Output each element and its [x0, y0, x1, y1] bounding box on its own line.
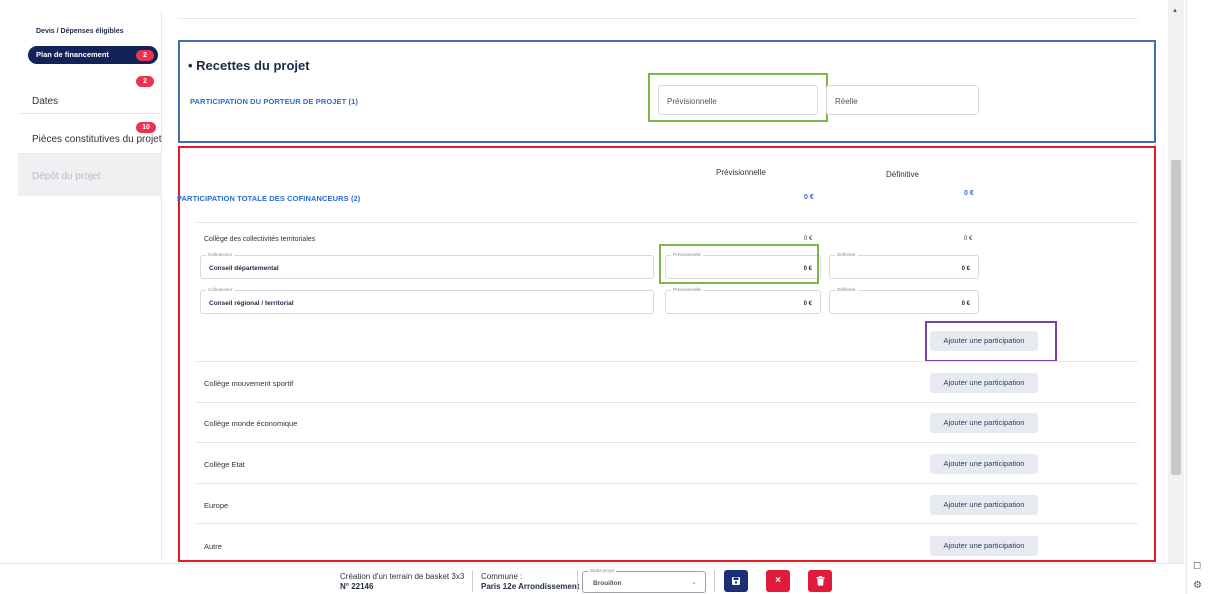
- college-previsionnelle-amount: 0 €: [804, 236, 813, 242]
- section-title-text: Recettes du projet: [196, 58, 310, 73]
- close-icon: ×: [775, 575, 781, 586]
- sidebar-item-label: Pièces constitutives du projet: [32, 134, 162, 145]
- right-rail: ◻ ⚙: [1186, 0, 1208, 594]
- chevron-down-icon: ⌄: [691, 579, 697, 586]
- divider: [178, 18, 1138, 19]
- porteur-reelle-input[interactable]: Réelle: [826, 85, 979, 115]
- sidebar-item-pieces[interactable]: Pièces constitutives du projet 10: [18, 114, 162, 154]
- sidebar-item-plan-financement[interactable]: Plan de financement 2: [28, 46, 158, 64]
- column-header-definitive: Définitive: [886, 170, 919, 179]
- divider: [577, 570, 578, 592]
- college-autre-label: Autre: [204, 542, 222, 551]
- field-legend: Cofinanceur: [206, 252, 235, 257]
- field-value: 0 €: [961, 266, 970, 272]
- status-value: Brouillon: [593, 580, 622, 587]
- sidebar-item-depot: Dépôt du projet: [18, 154, 162, 196]
- field-legend: Cofinanceur: [206, 287, 235, 292]
- divider: [472, 570, 473, 592]
- project-number: N° 22146: [340, 582, 374, 591]
- divider: [714, 570, 715, 592]
- panel-toggle-icon[interactable]: ◻: [1193, 560, 1201, 571]
- add-participation-button[interactable]: Ajouter une participation: [930, 413, 1038, 433]
- count-badge: 2: [136, 50, 154, 61]
- trash-icon: [816, 576, 824, 586]
- divider: [196, 222, 1138, 223]
- commune-info: Commune : Paris 12e Arrondissement: [481, 572, 579, 592]
- divider: [196, 523, 1138, 524]
- sidebar-item-label: Dépôt du projet: [32, 171, 101, 182]
- main-content: • Recettes du projet PARTICIPATION DU PO…: [162, 0, 1165, 563]
- count-badge: 2: [136, 76, 154, 87]
- total-previsionnelle-amount: 0 €: [804, 194, 814, 201]
- section-title-recettes: • Recettes du projet: [188, 58, 310, 73]
- cofinanceur-field[interactable]: Cofinanceur Conseil régional / territori…: [200, 287, 654, 314]
- commune-label: Commune :: [481, 572, 523, 581]
- total-definitive-amount: 0 €: [964, 190, 974, 197]
- cofinanceur-field[interactable]: Cofinanceur Conseil départemental: [200, 252, 654, 279]
- sidebar-item-dates[interactable]: Dates 2: [18, 74, 162, 114]
- field-legend: Définitive: [835, 287, 858, 292]
- college-europe-label: Europe: [204, 501, 229, 510]
- bottom-bar: Création d'un terrain de basket 3x3 N° 2…: [0, 563, 1186, 594]
- previsionnelle-highlight-box: [659, 244, 819, 284]
- save-icon: [732, 577, 740, 585]
- column-header-previsionnelle: Prévisionnelle: [716, 168, 766, 177]
- input-placeholder: Réelle: [835, 97, 858, 106]
- sidebar: Devis / Dépenses éligibles Plan de finan…: [18, 12, 162, 560]
- scroll-up-arrow-icon[interactable]: ▲: [1172, 8, 1178, 14]
- field-value: 0 €: [803, 301, 812, 307]
- field-legend: Statut projet: [588, 568, 617, 573]
- definitive-amount-input[interactable]: Définitive 0 €: [829, 252, 979, 279]
- app-root: Devis / Dépenses éligibles Plan de finan…: [0, 0, 1208, 594]
- field-legend: Définitive: [835, 252, 858, 257]
- add-participation-button[interactable]: Ajouter une participation: [930, 536, 1038, 556]
- bullet-icon: •: [188, 58, 197, 73]
- scrollbar-thumb[interactable]: [1171, 160, 1181, 475]
- sidebar-item-label: Dates: [32, 96, 59, 107]
- sidebar-item-devis[interactable]: Devis / Dépenses éligibles: [36, 28, 124, 35]
- delete-button[interactable]: [808, 570, 832, 592]
- cancel-button[interactable]: ×: [766, 570, 790, 592]
- project-title: Création d'un terrain de basket 3x3: [340, 572, 465, 581]
- commune-value: Paris 12e Arrondissement: [481, 582, 580, 591]
- previsionnelle-highlight-box: [648, 73, 828, 122]
- college-etat-label: Collège Etat: [204, 460, 245, 469]
- add-participation-button[interactable]: Ajouter une participation: [930, 373, 1038, 393]
- settings-icon[interactable]: ⚙: [1193, 580, 1202, 591]
- project-info: Création d'un terrain de basket 3x3 N° 2…: [340, 572, 464, 592]
- field-value: 0 €: [961, 301, 970, 307]
- porteur-label: PARTICIPATION DU PORTEUR DE PROJET (1): [190, 97, 358, 106]
- field-value: Conseil départemental: [209, 265, 279, 272]
- definitive-amount-input[interactable]: Définitive 0 €: [829, 287, 979, 314]
- sidebar-item-label: Plan de financement: [36, 50, 109, 59]
- field-value: Conseil régional / territorial: [209, 300, 294, 307]
- status-select[interactable]: Statut projet Brouillon ⌄: [582, 568, 706, 593]
- divider: [196, 442, 1138, 443]
- add-participation-button[interactable]: Ajouter une participation: [930, 495, 1038, 515]
- field-legend: Prévisionnelle: [671, 287, 704, 292]
- cofinanceurs-total-label: PARTICIPATION TOTALE DES COFINANCEURS (2…: [177, 194, 361, 203]
- add-participation-button[interactable]: Ajouter une participation: [930, 454, 1038, 474]
- count-badge: 10: [136, 122, 156, 133]
- divider: [196, 361, 1138, 362]
- college-definitive-amount: 0 €: [964, 236, 973, 242]
- college-collectivites-label: Collège des collectivités territoriales: [204, 236, 316, 243]
- divider: [196, 402, 1138, 403]
- college-monde-economique-label: Collège monde économique: [204, 419, 298, 428]
- add-participation-highlight-box: [925, 321, 1057, 362]
- college-mouvement-sportif-label: Collège mouvement sportif: [204, 379, 294, 388]
- previsionnelle-amount-input[interactable]: Prévisionnelle 0 €: [665, 287, 821, 314]
- save-button[interactable]: [724, 570, 748, 592]
- divider: [196, 483, 1138, 484]
